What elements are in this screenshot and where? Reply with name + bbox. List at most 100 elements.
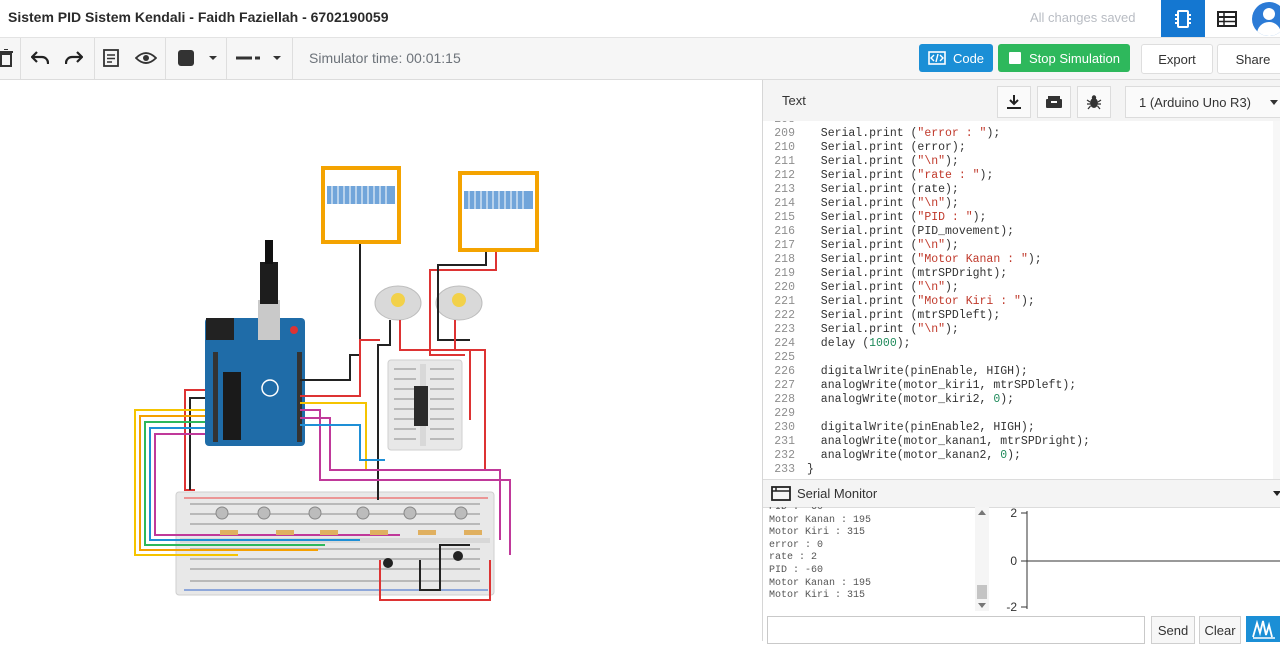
code-editor[interactable]: 208 209 Serial.print ("error : ");210 Se…	[763, 121, 1280, 479]
code-line[interactable]: 228 analogWrite(motor_kiri2, 0);	[763, 393, 1280, 407]
driver-breadboard[interactable]	[387, 359, 463, 451]
visibility-button[interactable]	[134, 44, 158, 72]
code-token: Serial.print (	[807, 155, 918, 168]
clear-button[interactable]: Clear	[1199, 616, 1241, 644]
code-token: );	[945, 281, 959, 294]
board-selector[interactable]: 1 (Arduino Uno R3)	[1125, 86, 1280, 118]
line-number: 216	[774, 225, 795, 238]
dc-motor-right[interactable]	[435, 285, 483, 321]
code-token: );	[945, 155, 959, 168]
code-line[interactable]: 231 analogWrite(motor_kanan1, mtrSPDrigh…	[763, 435, 1280, 449]
code-mode-selector[interactable]: Text	[782, 93, 806, 108]
circuit-canvas[interactable]	[0, 80, 762, 641]
line-number: 211	[774, 155, 795, 168]
download-code-button[interactable]	[997, 86, 1031, 118]
code-line[interactable]: 219 Serial.print (mtrSPDright);	[763, 267, 1280, 281]
notes-button[interactable]	[100, 44, 122, 72]
code-line[interactable]: 218 Serial.print ("Motor Kanan : ");	[763, 253, 1280, 267]
notes-icon	[103, 49, 119, 67]
avatar[interactable]	[1252, 2, 1280, 36]
code-line[interactable]: 215 Serial.print ("PID : ");	[763, 211, 1280, 225]
board-selector-value: 1 (Arduino Uno R3)	[1139, 95, 1251, 110]
redo-button[interactable]	[62, 44, 86, 72]
circuit-view-button[interactable]	[1161, 0, 1205, 37]
serial-log-line: PID : -60	[769, 564, 824, 576]
serial-monitor-header[interactable]: Serial Monitor	[763, 479, 1280, 508]
push-button-left[interactable]	[383, 558, 393, 568]
oscilloscope-left[interactable]	[321, 166, 401, 244]
push-button-right[interactable]	[453, 551, 463, 561]
code-line[interactable]: 216 Serial.print (PID_movement);	[763, 225, 1280, 239]
color-picker[interactable]	[176, 44, 222, 72]
code-token: );	[1000, 393, 1015, 406]
code-line[interactable]: 212 Serial.print ("rate : ");	[763, 169, 1280, 183]
line-number: 214	[774, 197, 795, 210]
code-line[interactable]: 210 Serial.print (error);	[763, 141, 1280, 155]
code-line[interactable]: 224 delay (1000);	[763, 337, 1280, 351]
code-token: analogWrite(motor_kiri1, mtrSPDleft);	[807, 379, 1077, 392]
code-line[interactable]: 232 analogWrite(motor_kanan2, 0);	[763, 449, 1280, 463]
code-token: );	[1007, 449, 1021, 462]
circuit-view-icon	[1175, 9, 1191, 28]
circuit-diagram[interactable]	[0, 80, 762, 641]
libraries-button[interactable]	[1037, 86, 1071, 118]
arduino-uno-board[interactable]	[205, 240, 305, 446]
line-number: 215	[774, 211, 795, 224]
send-button[interactable]: Send	[1151, 616, 1195, 644]
code-line[interactable]: 211 Serial.print ("\n");	[763, 155, 1280, 169]
download-icon	[1007, 95, 1021, 109]
code-token: Serial.print (	[807, 239, 918, 252]
code-token: );	[945, 323, 959, 336]
code-token: Serial.print (	[807, 295, 918, 308]
dc-motor-left[interactable]	[374, 285, 422, 321]
code-scrollbar[interactable]	[1273, 121, 1280, 479]
line-number: 209	[774, 127, 795, 140]
undo-button[interactable]	[28, 44, 52, 72]
code-line[interactable]: 220 Serial.print ("\n");	[763, 281, 1280, 295]
code-line[interactable]: 222 Serial.print (mtrSPDleft);	[763, 309, 1280, 323]
code-line[interactable]: 225	[763, 351, 1280, 365]
export-button[interactable]: Export	[1141, 44, 1213, 74]
line-style-picker[interactable]	[234, 44, 284, 72]
line-number: 222	[774, 309, 795, 322]
code-token: Serial.print (mtrSPDleft);	[807, 309, 1001, 322]
project-title: Sistem PID Sistem Kendali - Faidh Faziel…	[8, 9, 389, 25]
stop-simulation-button[interactable]: Stop Simulation	[998, 44, 1130, 72]
code-line[interactable]: 223 Serial.print ("\n");	[763, 323, 1280, 337]
debugger-button[interactable]	[1077, 86, 1111, 118]
code-line[interactable]: 226 digitalWrite(pinEnable, HIGH);	[763, 365, 1280, 379]
line-number: 230	[774, 421, 795, 434]
code-line[interactable]: 233}	[763, 463, 1280, 477]
component-list-icon	[1217, 10, 1237, 27]
line-number: 212	[774, 169, 795, 182]
code-line[interactable]: 214 Serial.print ("\n");	[763, 197, 1280, 211]
serial-send-input[interactable]	[767, 616, 1145, 644]
collapse-chevron-icon[interactable]	[1273, 491, 1280, 497]
code-line[interactable]: 229	[763, 407, 1280, 421]
code-line[interactable]: 213 Serial.print (rate);	[763, 183, 1280, 197]
delete-button[interactable]	[0, 44, 14, 72]
code-button[interactable]: Code	[919, 44, 993, 72]
code-line[interactable]: 227 analogWrite(motor_kiri1, mtrSPDleft)…	[763, 379, 1280, 393]
share-button[interactable]: Share	[1217, 44, 1280, 74]
editor-toolbar: Simulator time: 00:01:15 Code Stop Simul…	[0, 38, 1280, 80]
code-token: "Motor Kiri : "	[917, 295, 1021, 308]
code-token: );	[945, 197, 959, 210]
oscilloscope-right[interactable]	[458, 171, 539, 252]
code-line[interactable]: 221 Serial.print ("Motor Kiri : ");	[763, 295, 1280, 309]
toggle-graph-button[interactable]	[1246, 616, 1280, 642]
code-line[interactable]: 230 digitalWrite(pinEnable2, HIGH);	[763, 421, 1280, 435]
serial-plotter: 2 0 -2	[991, 506, 1280, 614]
code-line[interactable]: 217 Serial.print ("\n");	[763, 239, 1280, 253]
code-token: analogWrite(motor_kiri2,	[807, 393, 994, 406]
component-list-button[interactable]	[1205, 0, 1249, 37]
code-token: }	[807, 463, 814, 476]
code-token: Serial.print (	[807, 169, 918, 182]
eye-icon	[135, 52, 157, 64]
code-panel: Text 1 (Arduino Uno R3) 208 209 Serial.p…	[762, 80, 1280, 644]
code-token: Serial.print (	[807, 323, 918, 336]
serial-output: PID : -60 Motor Kanan : 195 Motor Kiri : 3…	[763, 507, 987, 611]
code-line[interactable]: 209 Serial.print ("error : ");	[763, 127, 1280, 141]
serial-scrollbar[interactable]	[975, 507, 989, 611]
bug-icon	[1086, 95, 1102, 110]
